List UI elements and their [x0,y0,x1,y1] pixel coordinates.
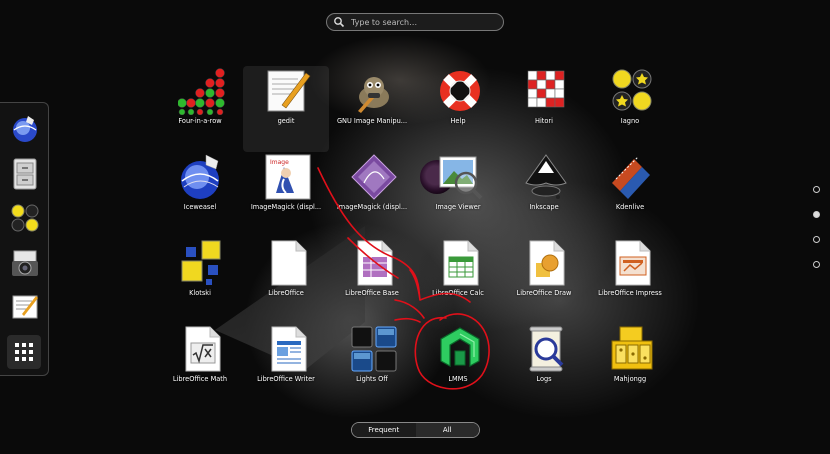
page-dot-4[interactable] [813,261,820,268]
app-libreoffice[interactable]: LibreOffice [243,238,329,324]
app-label: Four-in-a-row [178,117,222,125]
page-dot-1[interactable] [813,186,820,193]
app-libreoffice-impress[interactable]: LibreOffice Impress [587,238,673,324]
app-lmms[interactable]: LMMS [415,324,501,410]
hitori-icon [527,70,565,108]
app-inkscape[interactable]: Inkscape [501,152,587,238]
app-image-viewer[interactable]: Image Viewer [415,152,501,238]
app-label: LibreOffice Impress [598,289,662,297]
app-label: ImageMagick (displ... [336,203,408,211]
app-label: Iceweasel [183,203,217,211]
app-label: LibreOffice Writer [257,375,315,383]
app-gimp[interactable]: GNU Image Manipu... [329,66,415,152]
app-label: LibreOffice Math [172,375,228,383]
dash-item-show-applications[interactable] [7,335,41,369]
app-label: LibreOffice Base [345,289,399,297]
frequent-tab[interactable]: Frequent [352,423,416,437]
globe-icon [12,115,37,142]
app-label: Image Viewer [435,203,481,211]
app-label: LibreOffice Calc [432,289,484,297]
app-label: Kdenlive [615,203,645,211]
app-help[interactable]: Help [415,66,501,152]
klotski-icon [181,240,221,285]
app-kdenlive[interactable]: Kdenlive [587,152,673,238]
logs-icon [529,326,564,372]
app-label: Klotski [189,289,211,297]
libreoffice-impress-icon [615,240,651,286]
libreoffice-base-icon [357,240,393,286]
libreoffice-icon [271,240,307,286]
camera-icon [11,250,38,276]
app-libreoffice-calc[interactable]: LibreOffice Calc [415,238,501,324]
app-libreoffice-base[interactable]: LibreOffice Base [329,238,415,324]
app-label: Inkscape [529,203,559,211]
dash-item-iceweasel[interactable] [8,112,41,145]
search-icon [334,17,345,28]
libreoffice-draw-icon [529,240,565,286]
lights-off-icon [351,326,397,372]
dash-item-files[interactable] [8,157,41,190]
app-libreoffice-writer[interactable]: LibreOffice Writer [243,324,329,410]
search-input[interactable] [351,17,491,27]
image-viewer-icon [439,156,483,200]
app-label: GNU Image Manipu... [336,117,408,125]
inkscape-icon [525,154,567,199]
search-box[interactable] [326,13,504,31]
app-imagemagick-display-2[interactable]: ImageMagick (displ... [329,152,415,238]
app-label: ImageMagick (displ... [250,203,322,211]
text-editor-icon [267,70,311,112]
app-label: LibreOffice [268,289,304,297]
lmms-icon [440,327,480,368]
app-label: Lights Off [356,375,388,383]
app-label: Help [450,117,466,125]
app-four-in-a-row[interactable]: Four-in-a-row [157,66,243,152]
app-mahjongg[interactable]: Mahjongg [587,324,673,410]
app-label: gedit [277,117,295,125]
app-label: Iagno [620,117,640,125]
app-libreoffice-draw[interactable]: LibreOffice Draw [501,238,587,324]
app-lights-off[interactable]: Lights Off [329,324,415,410]
view-toggle: Frequent All [351,422,480,438]
app-klotski[interactable]: Klotski [157,238,243,324]
imagemagick-icon: Image [265,154,311,200]
app-label: Mahjongg [613,375,647,383]
app-libreoffice-math[interactable]: LibreOffice Math [157,324,243,410]
page-dot-3[interactable] [813,236,820,243]
libreoffice-math-icon [185,326,221,372]
kdenlive-icon [612,156,650,199]
libreoffice-writer-icon [271,326,307,372]
gimp-icon [358,77,389,113]
all-tab[interactable]: All [415,423,479,437]
game-pieces-icon [11,204,38,231]
app-hitori[interactable]: Hitori [501,66,587,152]
svg-text:Image: Image [270,159,289,166]
app-label: Logs [536,375,552,383]
file-cabinet-icon [13,158,36,189]
text-editor-icon [12,295,38,318]
app-label: LMMS [448,375,468,383]
page-dot-2[interactable] [813,211,820,218]
app-label: LibreOffice Draw [516,289,572,297]
app-label: Hitori [535,117,553,125]
imagemagick-display-icon [351,154,397,200]
libreoffice-calc-icon [443,240,479,286]
iceweasel-icon [181,154,219,199]
app-iceweasel[interactable]: Iceweasel [157,152,243,238]
mahjongg-icon [611,326,653,370]
app-imagemagick-display[interactable]: Image ImageMagick (displ... [243,152,329,238]
app-iagno[interactable]: Iagno [587,66,673,152]
dash-item-camera[interactable] [8,246,41,279]
lifebuoy-icon [440,71,480,111]
app-logs[interactable]: Logs [501,324,587,410]
grid-icon [15,343,33,361]
dash-item-iagno[interactable] [8,201,41,234]
four-in-a-row-icon [178,68,225,115]
app-gedit[interactable]: gedit [243,66,329,152]
iagno-icon [612,69,652,111]
dash-panel [0,102,49,376]
dash-item-gedit[interactable] [8,290,41,323]
